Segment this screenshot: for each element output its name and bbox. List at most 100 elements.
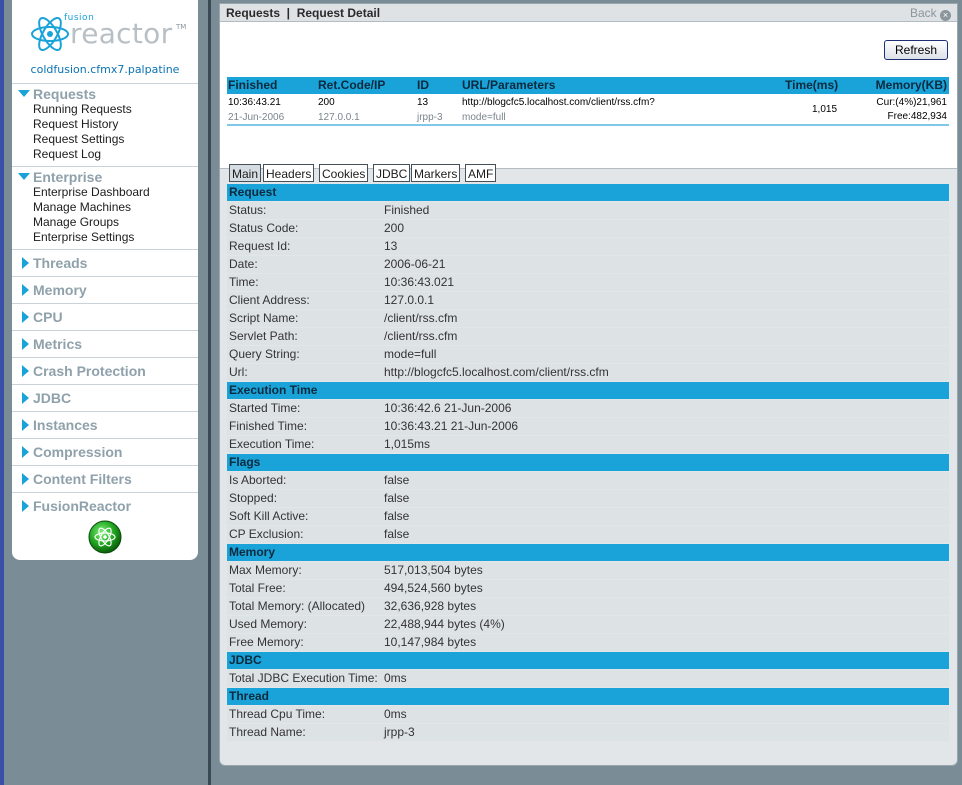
nav-header-label: Compression [33, 444, 123, 460]
detail-row: Request Id: 13 [227, 238, 949, 255]
back-button[interactable]: Back × [910, 6, 951, 21]
nav-item-manage-groups[interactable]: Manage Groups [12, 215, 198, 230]
nav-header-label: Requests [33, 86, 97, 102]
detail-label: Script Name: [229, 311, 299, 325]
tab-headers[interactable]: Headers [263, 164, 315, 182]
tab-markers[interactable]: Markers [411, 164, 461, 182]
detail-value: 1,015ms [384, 437, 431, 451]
chevron-right-icon [22, 500, 29, 512]
nav-item-request-history[interactable]: Request History [12, 117, 198, 132]
detail-value: 517,013,504 bytes [384, 563, 483, 577]
nav-section-fusionreactor: FusionReactor [12, 493, 198, 519]
detail-label: Time: [229, 275, 259, 289]
detail-label: Total Memory: (Allocated) [229, 599, 366, 613]
detail-row: Max Memory: 517,013,504 bytes [227, 562, 949, 579]
nav-header-threads[interactable]: Threads [12, 250, 198, 276]
chevron-right-icon [22, 419, 29, 431]
request-id: 13 [417, 97, 429, 108]
tab-amf[interactable]: AMF [465, 164, 497, 182]
detail-value: false [384, 473, 410, 487]
thread-name: jrpp-3 [417, 112, 443, 123]
detail-label: Finished Time: [229, 419, 308, 433]
detail-value: /client/rss.cfm [384, 311, 458, 325]
detail-table: Request Status: Finished Status Code: 200 Req… [227, 184, 949, 742]
nav-item-manage-machines[interactable]: Manage Machines [12, 200, 198, 215]
nav-header-content-filters[interactable]: Content Filters [12, 466, 198, 492]
detail-row: Script Name: /client/rss.cfm [227, 310, 949, 327]
fusionreactor-status-icon[interactable] [88, 520, 122, 554]
nav-header-enterprise[interactable]: Enterprise [12, 167, 198, 185]
detail-value: 0ms [384, 671, 407, 685]
detail-row: Total JDBC Execution Time: 0ms [227, 670, 949, 687]
detail-value: false [384, 527, 410, 541]
detail-row: Total Memory: (Allocated) 32,636,928 byte… [227, 598, 949, 615]
detail-row: Soft Kill Active: false [227, 508, 949, 525]
nav-item-request-log[interactable]: Request Log [12, 147, 198, 162]
nav-header-label: JDBC [33, 390, 72, 406]
nav-item-enterprise-dashboard[interactable]: Enterprise Dashboard [12, 185, 198, 200]
nav-header-label: Crash Protection [33, 363, 146, 379]
nav-header-memory[interactable]: Memory [12, 277, 198, 303]
tab-main[interactable]: Main [229, 164, 262, 182]
memory-current: Cur:(4%)21,961 [876, 97, 947, 108]
tab-jdbc[interactable]: JDBC [373, 164, 411, 182]
nav-item-enterprise-settings[interactable]: Enterprise Settings [12, 230, 198, 245]
col-url: URL/Parameters [462, 78, 556, 92]
memory-free: Free:482,934 [887, 111, 948, 122]
detail-value: 13 [384, 239, 398, 253]
detail-row: Stopped: false [227, 490, 949, 507]
finished-date: 21-Jun-2006 [228, 112, 285, 123]
detail-label: Execution Time: [229, 437, 315, 451]
nav-header-instances[interactable]: Instances [12, 412, 198, 438]
detail-row: Total Free: 494,524,560 bytes [227, 580, 949, 597]
nav-item-running-requests[interactable]: Running Requests [12, 102, 198, 117]
chevron-right-icon [22, 473, 29, 485]
detail-row: Servlet Path: /client/rss.cfm [227, 328, 949, 345]
nav-header-jdbc[interactable]: JDBC [12, 385, 198, 411]
detail-row: Thread Name: jrpp-3 [227, 724, 949, 741]
col-finished: Finished [228, 78, 278, 92]
request-params: mode=full [462, 112, 506, 123]
request-url[interactable]: http://blogcfc5.localhost.com/client/rss… [462, 97, 655, 108]
detail-row: Client Address: 127.0.0.1 [227, 292, 949, 309]
detail-value: 200 [384, 221, 405, 235]
detail-value: /client/rss.cfm [384, 329, 458, 343]
detail-value: 494,524,560 bytes [384, 581, 483, 595]
detail-label: Total Free: [229, 581, 286, 595]
refresh-button[interactable]: Refresh [884, 40, 948, 60]
nav-header-cpu[interactable]: CPU [12, 304, 198, 330]
window-left-edge [0, 0, 4, 785]
section-header: Flags [227, 454, 949, 471]
close-icon: × [940, 10, 951, 21]
nav-header-label: FusionReactor [33, 498, 132, 514]
detail-value: false [384, 491, 410, 505]
detail-label: Max Memory: [229, 563, 302, 577]
frame-divider [208, 0, 211, 785]
section-header: Execution Time [227, 382, 949, 399]
detail-label: Soft Kill Active: [229, 509, 309, 523]
table-row[interactable]: 10:36:43.21 21-Jun-2006 200 127.0.0.1 13… [227, 94, 949, 126]
detail-label: Total JDBC Execution Time: [229, 671, 378, 685]
detail-row: Status: Finished [227, 202, 949, 219]
detail-row: CP Exclusion: false [227, 526, 949, 543]
nav-header-fusionreactor[interactable]: FusionReactor [12, 493, 198, 519]
detail-value: jrpp-3 [384, 725, 415, 739]
nav-item-request-settings[interactable]: Request Settings [12, 132, 198, 147]
detail-row: Thread Cpu Time: 0ms [227, 706, 949, 723]
server-name[interactable]: coldfusion.cfmx7.palpatine [12, 63, 198, 76]
summary-header: Finished Ret.Code/IP ID URL/Parameters T… [227, 77, 949, 94]
nav-header-metrics[interactable]: Metrics [12, 331, 198, 357]
panel-titlebar: Requests | Request Detail Back × [220, 4, 957, 22]
nav-header-compression[interactable]: Compression [12, 439, 198, 465]
nav-section-enterprise: Enterprise Enterprise Dashboard Manage M… [12, 167, 198, 250]
detail-row: Time: 10:36:43.021 [227, 274, 949, 291]
nav-section-compression: Compression [12, 439, 198, 466]
detail-row: Query String: mode=full [227, 346, 949, 363]
nav-header-requests[interactable]: Requests [12, 84, 198, 102]
detail-row: Url: http://blogcfc5.localhost.com/client… [227, 364, 949, 381]
tab-cookies[interactable]: Cookies [319, 164, 369, 182]
detail-value: 10:36:43.21 21-Jun-2006 [384, 419, 519, 433]
nav-header-crash-protection[interactable]: Crash Protection [12, 358, 198, 384]
detail-label: Is Aborted: [229, 473, 287, 487]
nav-header-label: Instances [33, 417, 98, 433]
